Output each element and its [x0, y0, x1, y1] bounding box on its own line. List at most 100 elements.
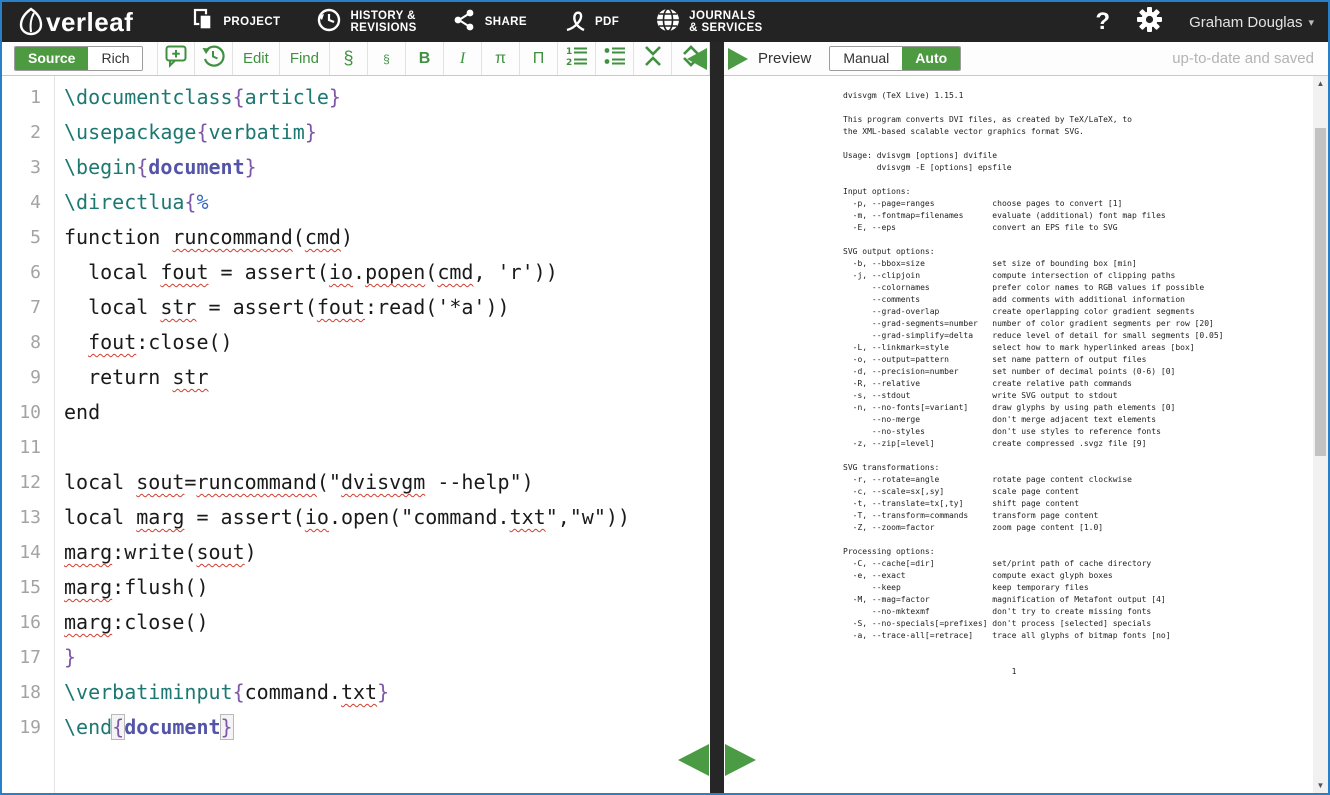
token: = [184, 470, 196, 494]
overleaf-logo[interactable]: verleaf [14, 5, 133, 39]
track-changes-button[interactable] [195, 42, 233, 75]
code-line[interactable]: 10end [2, 395, 710, 430]
code-line[interactable]: 2\usepackage{verbatim} [2, 115, 710, 150]
add-comment-button[interactable] [157, 42, 195, 75]
nav-journals-services[interactable]: JOURNALS & SERVICES [637, 2, 780, 42]
code-text: \directlua{% [55, 185, 209, 220]
scrollbar-thumb[interactable] [1315, 128, 1326, 456]
save-status: up-to-date and saved [1172, 50, 1314, 67]
nav-share[interactable]: SHARE [435, 2, 545, 42]
nav-history-revisions[interactable]: HISTORY & REVISIONS [298, 2, 434, 42]
numbered-list-icon: 1 2 [565, 44, 589, 73]
numbered-list-button[interactable]: 1 2 [558, 42, 596, 75]
code-line[interactable]: 1\documentclass{article} [2, 80, 710, 115]
editor-toolbar: Source Rich Text [2, 42, 710, 76]
token: :write( [112, 540, 196, 564]
line-number: 8 [2, 325, 55, 360]
token: ( [293, 225, 305, 249]
line-number: 17 [2, 640, 55, 675]
inline-math-button[interactable]: π [482, 42, 520, 75]
auto-compile-button[interactable]: Auto [902, 47, 960, 70]
token: dvisvgm [341, 470, 425, 494]
code-line[interactable]: 17} [2, 640, 710, 675]
code-line[interactable]: 4\directlua{% [2, 185, 710, 220]
collapse-editor-arrow[interactable] [687, 48, 707, 70]
token: verbatim [209, 120, 305, 144]
line-number: 16 [2, 605, 55, 640]
token: \directlua [64, 190, 184, 214]
line-number: 1 [2, 80, 55, 115]
rich-text-mode-button[interactable]: Rich Text [88, 47, 142, 70]
token: io [329, 260, 353, 284]
token: { [233, 85, 245, 109]
code-line[interactable]: 12local sout=runcommand("dvisvgm --help"… [2, 465, 710, 500]
code-line[interactable]: 19\end{document} [2, 710, 710, 745]
token: function [64, 225, 172, 249]
code-text [55, 430, 64, 465]
collapse-all-button[interactable] [634, 42, 672, 75]
code-text: marg:flush() [55, 570, 209, 605]
chevron-down-icon: ▾ [1308, 16, 1314, 29]
code-line[interactable]: 18\verbatiminput{command.txt} [2, 675, 710, 710]
code-line[interactable]: 14marg:write(sout) [2, 535, 710, 570]
code-text: function runcommand(cmd) [55, 220, 353, 255]
help-button[interactable]: ? [1095, 2, 1110, 42]
token: command. [245, 680, 341, 704]
code-line[interactable]: 6 local fout = assert(io.popen(cmd, 'r')… [2, 255, 710, 290]
subsection-button[interactable]: § [368, 42, 406, 75]
token: :close() [112, 610, 208, 634]
line-number: 2 [2, 115, 55, 150]
line-number: 11 [2, 430, 55, 465]
settings-gear-icon[interactable] [1136, 6, 1163, 38]
token: } [221, 715, 233, 739]
token: marg [64, 575, 112, 599]
pane-divider[interactable] [710, 42, 724, 793]
svg-text:2: 2 [566, 58, 572, 68]
line-number: 4 [2, 185, 55, 220]
line-number: 18 [2, 675, 55, 710]
user-account-menu[interactable]: Graham Douglas ▾ [1189, 14, 1314, 31]
token: txt [341, 680, 377, 704]
source-mode-button[interactable]: Source [15, 47, 88, 70]
mode-toggle: Source Rich Text [14, 46, 143, 71]
nav-pdf[interactable]: PDF [545, 2, 637, 42]
scroll-down-arrow[interactable]: ▼ [1313, 778, 1328, 793]
code-editor[interactable]: 1\documentclass{article}2\usepackage{ver… [2, 76, 710, 793]
token: \end [64, 715, 112, 739]
token: local [64, 295, 160, 319]
code-line[interactable]: 8 fout:close() [2, 325, 710, 360]
expand-preview-arrow-bottom[interactable] [725, 744, 756, 776]
code-line[interactable]: 3\begin{document} [2, 150, 710, 185]
preview-scrollbar[interactable]: ▲ ▼ [1313, 76, 1328, 793]
code-line[interactable]: 5function runcommand(cmd) [2, 220, 710, 255]
section-button[interactable]: § [330, 42, 368, 75]
bullet-list-button[interactable] [596, 42, 634, 75]
line-number: 9 [2, 360, 55, 395]
token: } [64, 645, 76, 669]
code-line[interactable]: 13local marg = assert(io.open("command.t… [2, 500, 710, 535]
line-number: 13 [2, 500, 55, 535]
line-number: 6 [2, 255, 55, 290]
code-line[interactable]: 7 local str = assert(fout:read('*a')) [2, 290, 710, 325]
token: --help") [425, 470, 533, 494]
italic-button[interactable]: I [444, 42, 482, 75]
expand-preview-arrow[interactable] [728, 48, 748, 70]
preview-toolbar: Preview Manual Auto up-to-date and saved [724, 42, 1328, 76]
token: { [112, 715, 124, 739]
token: marg [136, 505, 184, 529]
code-line[interactable]: 11 [2, 430, 710, 465]
nav-project[interactable]: PROJECT [173, 2, 298, 42]
collapse-editor-arrow-bottom[interactable] [678, 744, 709, 776]
token: marg [64, 540, 112, 564]
bold-button[interactable]: B [406, 42, 444, 75]
edit-menu-button[interactable]: Edit [233, 42, 280, 75]
find-button[interactable]: Find [280, 42, 330, 75]
code-line[interactable]: 15marg:flush() [2, 570, 710, 605]
code-line[interactable]: 9 return str [2, 360, 710, 395]
display-math-button[interactable]: Π [520, 42, 558, 75]
code-line[interactable]: 16marg:close() [2, 605, 710, 640]
manual-compile-button[interactable]: Manual [830, 47, 902, 70]
code-text: marg:close() [55, 605, 209, 640]
pdf-reader-icon [563, 7, 587, 38]
scroll-up-arrow[interactable]: ▲ [1313, 76, 1328, 91]
